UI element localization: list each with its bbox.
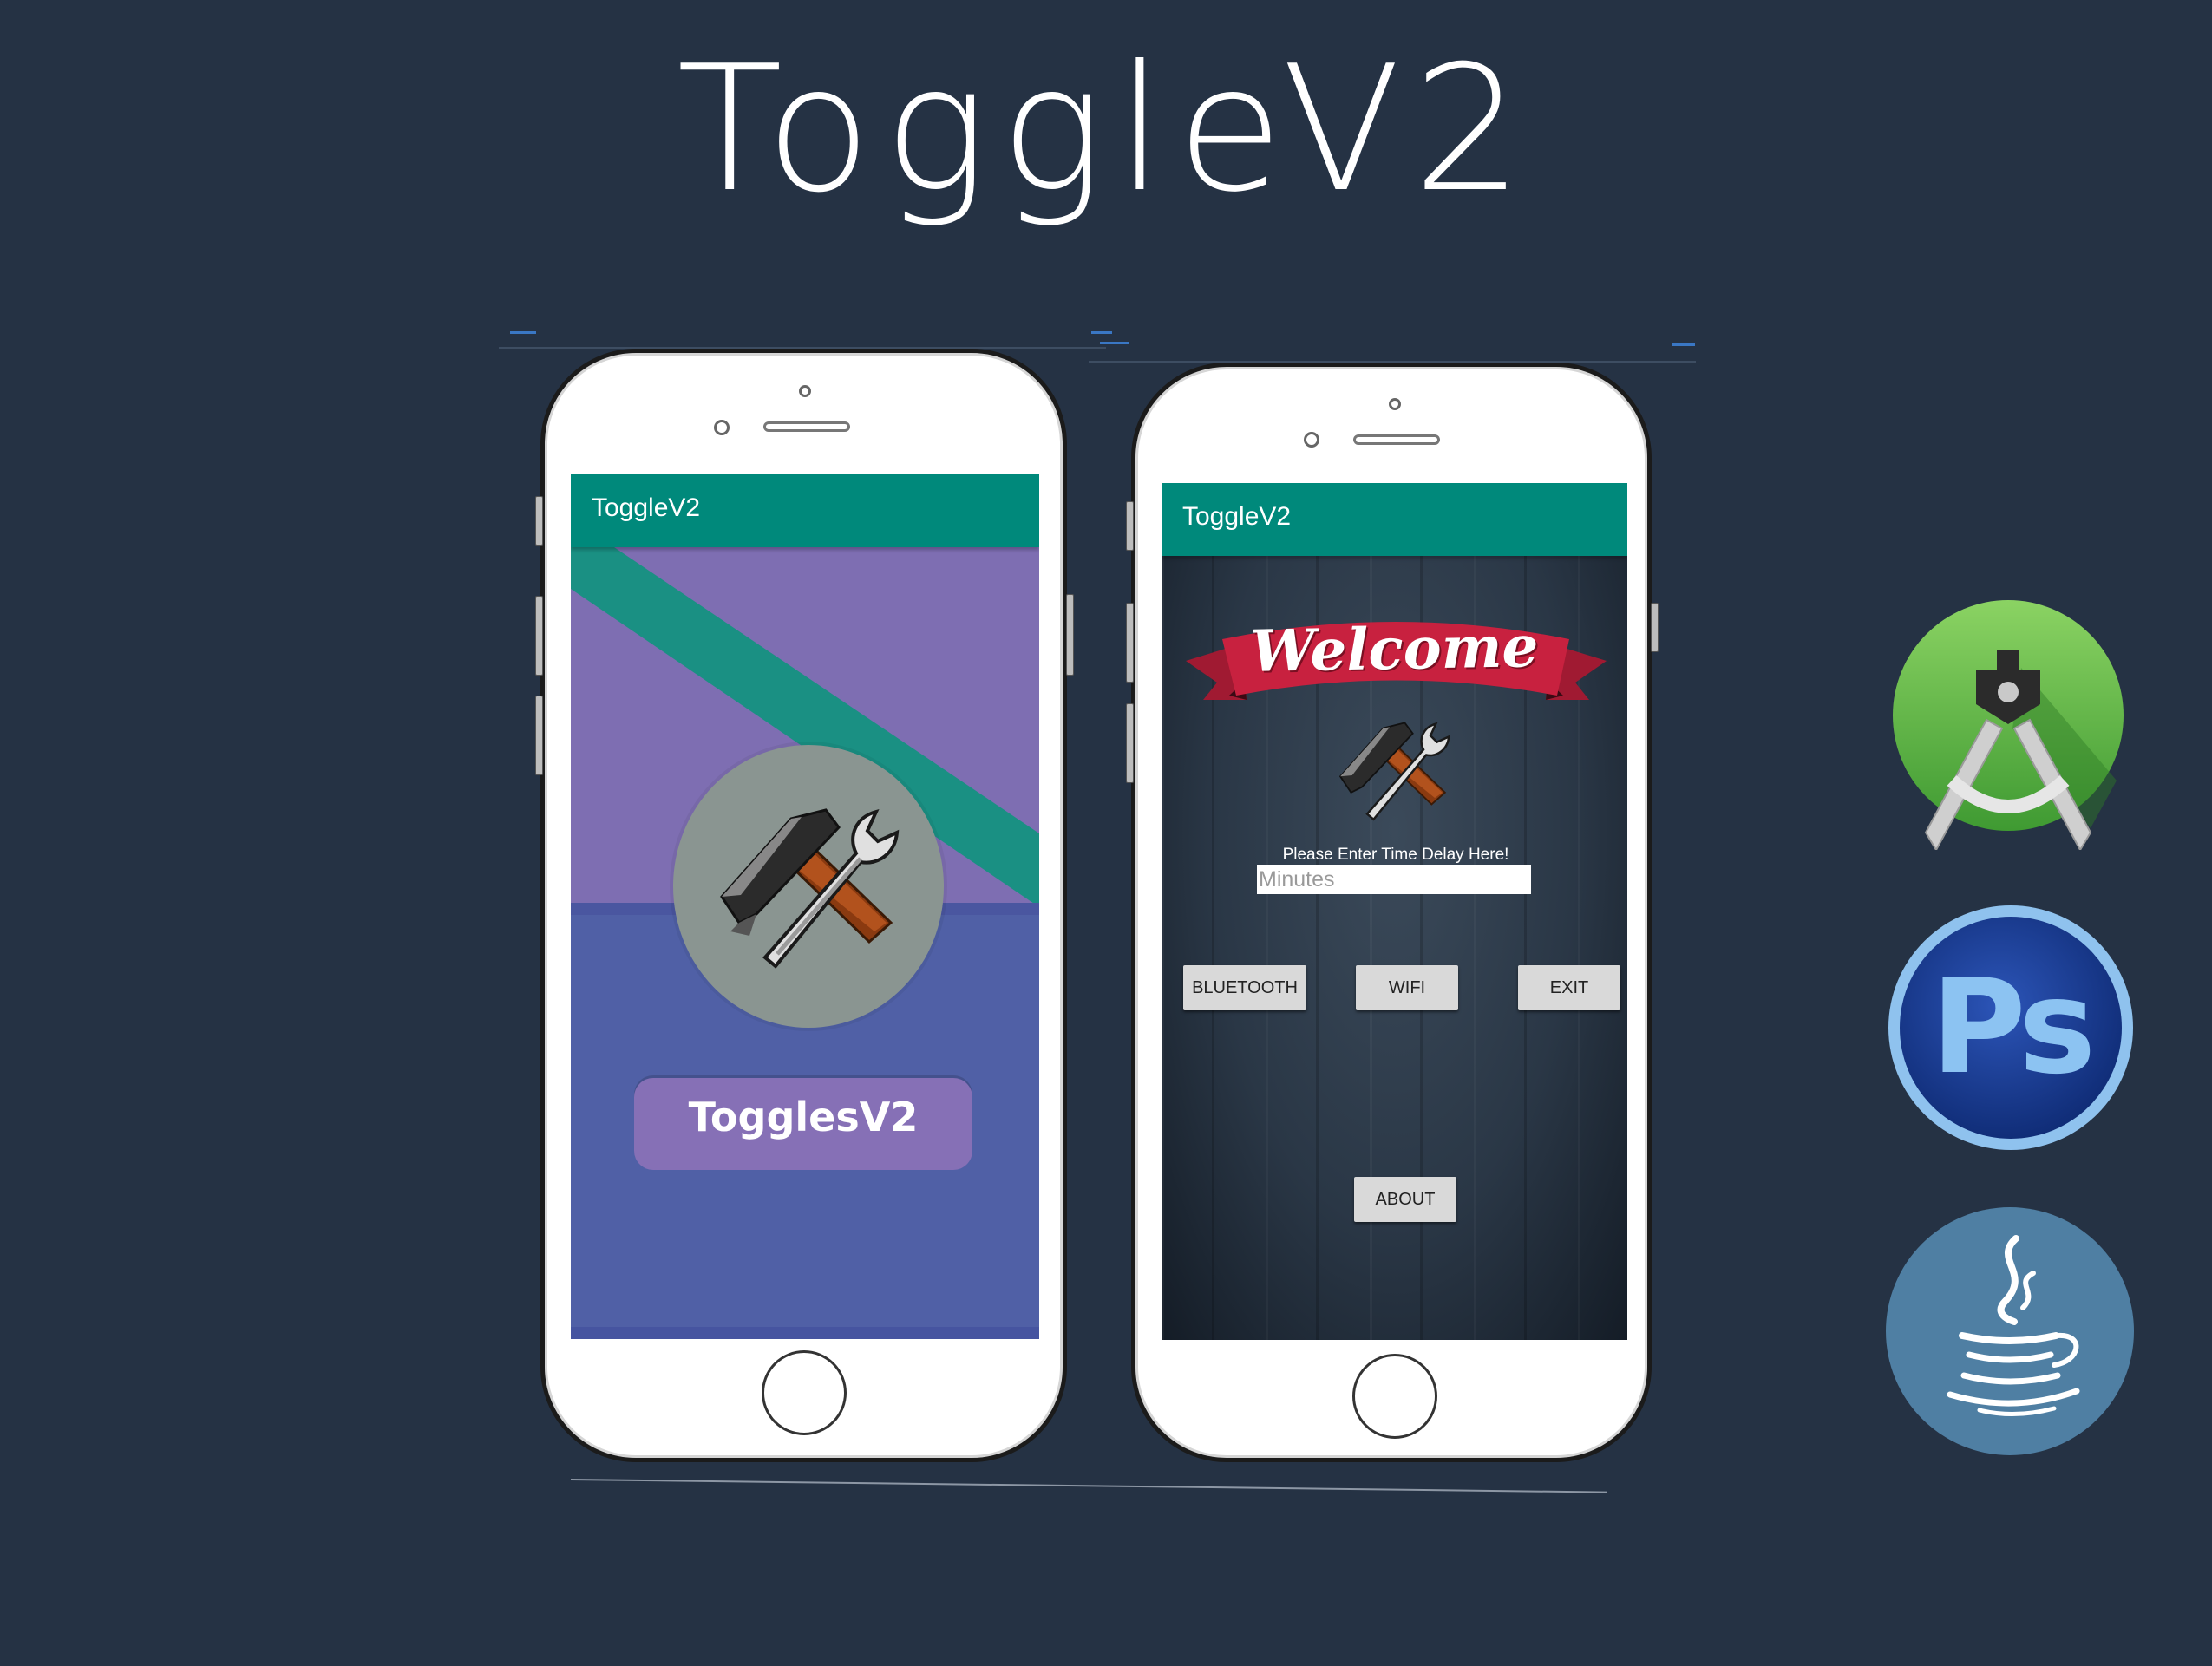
photoshop-label: Ps <box>1930 952 2097 1103</box>
splash-bottom-edge <box>571 1327 1039 1339</box>
splash-title-button[interactable]: TogglesV2 <box>634 1078 972 1170</box>
guide-tick <box>1100 342 1129 344</box>
side-button <box>535 496 543 546</box>
front-sensor <box>799 385 811 397</box>
side-button <box>535 696 543 775</box>
front-camera <box>714 420 730 435</box>
screen-splash: ToggleV2 TogglesV2 <box>571 474 1039 1339</box>
bluetooth-button[interactable]: BLUETOOTH <box>1183 965 1306 1010</box>
side-button <box>1126 703 1134 783</box>
side-button <box>535 596 543 676</box>
page-title: ToggleV2 <box>677 29 1535 231</box>
app-bar: ToggleV2 <box>1162 483 1627 556</box>
about-button[interactable]: ABOUT <box>1354 1177 1456 1222</box>
guide-tick <box>1672 343 1695 346</box>
minutes-input[interactable] <box>1257 865 1531 894</box>
guide-tick <box>510 331 536 334</box>
side-button <box>1126 603 1134 683</box>
side-button <box>1126 501 1134 551</box>
logo-circle <box>673 745 944 1028</box>
speaker-grille <box>763 421 850 432</box>
hammer-wrench-icon <box>720 808 900 969</box>
screen-main: ToggleV2 Welcome Please Enter Time Delay… <box>1162 483 1627 1340</box>
home-button[interactable] <box>762 1350 847 1435</box>
guide-tick <box>1091 331 1112 334</box>
photoshop-icon: Ps <box>1885 902 2137 1153</box>
splash-title-label: TogglesV2 <box>688 1094 919 1140</box>
app-bar-title: ToggleV2 <box>592 493 701 522</box>
android-studio-icon <box>1893 600 2124 850</box>
side-button <box>1651 603 1659 652</box>
welcome-text: Welcome <box>1249 612 1540 685</box>
side-button <box>1066 594 1074 676</box>
speaker-grille <box>1353 434 1440 445</box>
phone-left: ToggleV2 TogglesV2 <box>535 349 1074 1462</box>
hammer-wrench-icon <box>1338 722 1450 821</box>
phone-right: ToggleV2 Welcome Please Enter Time Delay… <box>1126 363 1659 1462</box>
floor-line <box>570 1479 1607 1493</box>
home-button[interactable] <box>1352 1354 1437 1439</box>
wifi-button[interactable]: WIFI <box>1356 965 1458 1010</box>
app-bar: ToggleV2 <box>571 474 1039 547</box>
exit-button[interactable]: EXIT <box>1518 965 1620 1010</box>
front-sensor <box>1389 398 1401 410</box>
app-bar-title: ToggleV2 <box>1182 502 1292 531</box>
front-camera <box>1304 432 1319 448</box>
java-icon <box>1886 1207 2134 1455</box>
time-delay-prompt: Please Enter Time Delay Here! <box>1282 846 1509 864</box>
